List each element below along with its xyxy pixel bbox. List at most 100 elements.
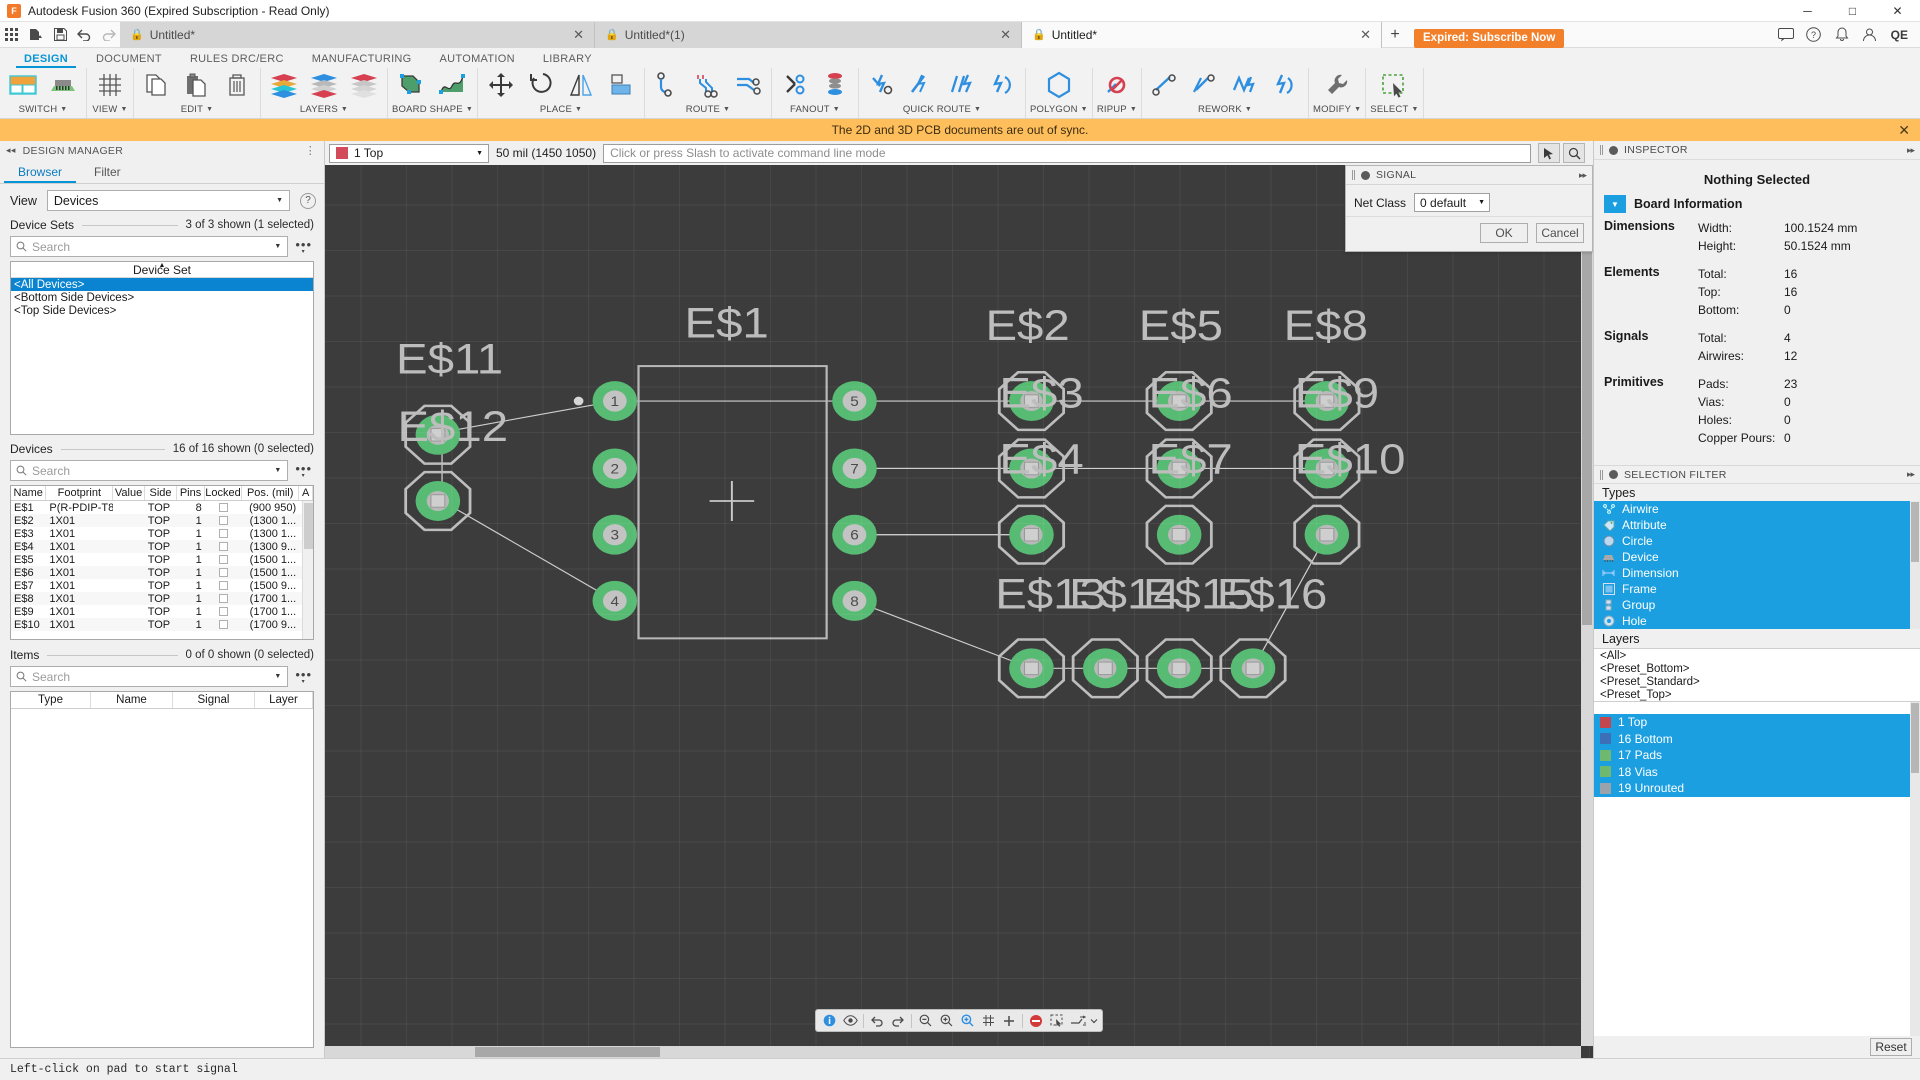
cancel-button[interactable]: Cancel	[1536, 223, 1584, 243]
scrollbar-thumb[interactable]	[475, 1047, 660, 1057]
route-bus-icon[interactable]	[729, 68, 767, 102]
table-row[interactable]: E$81X01TOP1(1700 1...	[11, 592, 313, 605]
board-profile-icon[interactable]	[433, 68, 471, 102]
layer-preset-item[interactable]: <Preset_Bottom>	[1594, 662, 1920, 675]
table-row[interactable]: E$1P(R-PDIP-T8)TOP8(900 950)	[11, 501, 313, 514]
close-button[interactable]: ✕	[1875, 0, 1920, 22]
copy-icon[interactable]	[138, 68, 176, 102]
column-signal[interactable]: Signal	[173, 692, 255, 708]
signal-dialog[interactable]: SIGNAL ▸▸ Net Class 0 default ▼ OK Cance…	[1345, 165, 1593, 252]
table-row[interactable]: E$31X01TOP1(1300 1...	[11, 527, 313, 540]
board-information-header[interactable]: ▼ Board Information	[1594, 195, 1920, 219]
locked-checkbox[interactable]	[219, 516, 228, 525]
collapse-left-icon[interactable]: ◂◂	[6, 145, 16, 156]
command-line-input[interactable]: Click or press Slash to activate command…	[603, 144, 1531, 163]
table-row[interactable]: E$71X01TOP1(1500 9...	[11, 579, 313, 592]
active-layer-select[interactable]: 1 Top ▼	[329, 144, 489, 163]
ribbon-group-route-label[interactable]: ROUTE▼	[686, 102, 730, 116]
chevron-down-icon[interactable]	[1089, 1011, 1099, 1030]
net-class-select[interactable]: 0 default ▼	[1414, 193, 1490, 212]
align-icon[interactable]	[602, 68, 640, 102]
locked-checkbox[interactable]	[219, 555, 228, 564]
zoom-out-icon[interactable]	[915, 1011, 935, 1030]
info-icon[interactable]	[819, 1011, 839, 1030]
locked-checkbox[interactable]	[219, 607, 228, 616]
cell-locked[interactable]	[205, 514, 242, 527]
switch-to-3d-pcb-icon[interactable]	[44, 68, 82, 102]
column-footprint[interactable]: Footprint	[46, 486, 113, 500]
layer-item-17-pads[interactable]: 17 Pads	[1594, 747, 1920, 764]
locked-checkbox[interactable]	[219, 529, 228, 538]
chevron-down-icon[interactable]: ▼	[1604, 195, 1626, 213]
ribbon-tab-library[interactable]: LIBRARY	[529, 53, 606, 68]
locked-checkbox[interactable]	[219, 594, 228, 603]
table-row[interactable]: E$51X01TOP1(1500 1...	[11, 553, 313, 566]
layers-scrollbar[interactable]	[1910, 702, 1920, 1036]
layer-item-18-vias[interactable]: 18 Vias	[1594, 764, 1920, 781]
ribbon-group-place-label[interactable]: PLACE▼	[540, 102, 582, 116]
locked-checkbox[interactable]	[219, 620, 228, 629]
items-options-icon[interactable]: •••▾	[293, 668, 314, 685]
help-circle-icon[interactable]: ?	[1801, 23, 1827, 47]
polygon-icon[interactable]	[1040, 68, 1078, 102]
via-stack-icon[interactable]	[816, 68, 854, 102]
grid-icon[interactable]	[978, 1011, 998, 1030]
selection-filter-type-group[interactable]: Group	[1594, 597, 1920, 613]
ripup-icon[interactable]	[1098, 68, 1136, 102]
scrollbar-thumb[interactable]	[1911, 502, 1919, 562]
ribbon-group-view-label[interactable]: VIEW▼	[92, 102, 127, 116]
selection-filter-type-attribute[interactable]: Attribute	[1594, 517, 1920, 533]
ribbon-group-quick-route-label[interactable]: QUICK ROUTE▼	[903, 102, 981, 116]
column-name[interactable]: Name	[91, 692, 173, 708]
measure-icon[interactable]	[1068, 1011, 1088, 1030]
ribbon-group-layers-label[interactable]: LAYERS▼	[300, 102, 348, 116]
grid-apps-icon[interactable]	[0, 23, 24, 47]
undo-icon[interactable]	[867, 1011, 887, 1030]
rework-bend-icon[interactable]	[1186, 68, 1224, 102]
layer-preset-item[interactable]: <Preset_Top>	[1594, 688, 1920, 701]
add-icon[interactable]	[999, 1011, 1019, 1030]
view-combo[interactable]: Devices ▼	[47, 190, 290, 211]
table-row[interactable]: E$101X01TOP1(1700 9...	[11, 618, 313, 631]
ribbon-tab-rules-drc-erc[interactable]: RULES DRC/ERC	[176, 53, 298, 68]
ribbon-group-edit-label[interactable]: EDIT▼	[181, 102, 214, 116]
pcb-canvas[interactable]: 12345768E$11E$12E$1E$2E$3E$4E$5E$6E$7E$8…	[325, 165, 1593, 1058]
ribbon-group-fanout-label[interactable]: FANOUT▼	[790, 102, 840, 116]
save-icon[interactable]	[48, 23, 72, 47]
tab-filter[interactable]: Filter	[80, 160, 135, 183]
cell-locked[interactable]	[205, 566, 242, 579]
expand-right-icon[interactable]: ▸▸	[1907, 145, 1914, 156]
ribbon-group-switch-label[interactable]: SWITCH▼	[19, 102, 68, 116]
list-item[interactable]: <Top Side Devices>	[11, 304, 313, 317]
column-layer[interactable]: Layer	[255, 692, 313, 708]
table-row[interactable]: E$21X01TOP1(1300 1...	[11, 514, 313, 527]
device-sets-list[interactable]: ▲ Device Set <All Devices> <Bottom Side …	[10, 261, 314, 341]
items-search-input[interactable]: Search ▼	[10, 666, 288, 687]
column-side[interactable]: Side	[145, 486, 177, 500]
chevron-down-icon[interactable]: ▼	[274, 243, 281, 250]
rework-line-icon[interactable]	[1146, 68, 1184, 102]
new-document-icon[interactable]	[24, 23, 48, 47]
device-sets-column-header[interactable]: ▲ Device Set	[11, 262, 313, 278]
redo-icon[interactable]	[888, 1011, 908, 1030]
ribbon-group-ripup-label[interactable]: RIPUP▼	[1097, 102, 1137, 116]
column-a[interactable]: A	[299, 486, 313, 500]
column-name[interactable]: Name	[11, 486, 46, 500]
user-initials[interactable]: QE	[1885, 28, 1914, 42]
document-tab-3[interactable]: 🔒 Untitled* ✕	[1022, 22, 1382, 48]
cell-locked[interactable]	[205, 527, 242, 540]
route-single-icon[interactable]	[649, 68, 687, 102]
drag-grip-icon[interactable]	[1352, 170, 1355, 180]
scrollbar-thumb[interactable]	[1582, 205, 1592, 625]
switch-to-schematic-icon[interactable]	[4, 68, 42, 102]
scrollbar-thumb[interactable]	[304, 503, 313, 549]
device-sets-options-icon[interactable]: •••▾	[293, 238, 314, 255]
user-avatar-icon[interactable]	[1857, 23, 1883, 47]
selection-filter-type-airwire[interactable]: Airwire	[1594, 501, 1920, 517]
rework-tune-icon[interactable]	[1266, 68, 1304, 102]
locked-checkbox[interactable]	[219, 542, 228, 551]
fanout-icon[interactable]	[776, 68, 814, 102]
cell-locked[interactable]	[205, 501, 242, 514]
selection-filter-type-hole[interactable]: Hole	[1594, 613, 1920, 629]
layer-item-19-unrouted[interactable]: 19 Unrouted	[1594, 780, 1920, 797]
